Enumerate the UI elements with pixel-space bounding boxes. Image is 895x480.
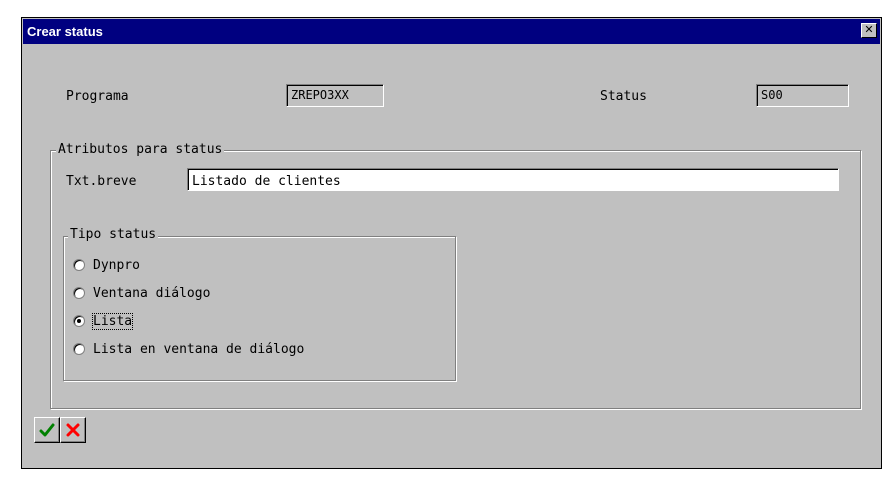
radio-lista-en-ventana-dialogo[interactable]: Lista en ventana de diálogo	[73, 339, 304, 359]
radio-label-ventana-dialogo: Ventana diálogo	[93, 285, 211, 301]
program-label: Programa	[66, 89, 129, 104]
attributes-group-legend: Atributos para status	[56, 142, 225, 157]
radio-lista[interactable]: Lista	[73, 311, 134, 331]
check-icon	[39, 423, 55, 437]
radio-button-lista-en-ventana-dialogo[interactable]	[73, 343, 85, 355]
short-text-label: Txt.breve	[66, 174, 137, 189]
confirm-button[interactable]	[34, 417, 60, 443]
radio-label-lista: Lista	[91, 312, 134, 330]
dialog-titlebar[interactable]: Crear status ✕	[23, 19, 880, 44]
radio-ventana-dialogo[interactable]: Ventana diálogo	[73, 283, 210, 303]
dialog-title: Crear status	[27, 24, 103, 39]
status-field: S00	[756, 84, 849, 107]
radio-button-lista[interactable]	[73, 315, 85, 327]
program-field: ZREPO3XX	[286, 84, 384, 107]
radio-button-dynpro[interactable]	[73, 259, 85, 271]
cancel-button[interactable]	[60, 417, 86, 443]
radio-label-dynpro: Dynpro	[93, 257, 140, 273]
radio-label-lista-en-ventana-dialogo: Lista en ventana de diálogo	[93, 341, 305, 357]
close-icon: ✕	[864, 23, 874, 36]
short-text-input[interactable]	[187, 168, 839, 191]
program-value: ZREPO3XX	[291, 88, 349, 102]
radio-button-ventana-dialogo[interactable]	[73, 287, 85, 299]
status-type-group-legend: Tipo status	[68, 227, 159, 242]
status-value: S00	[761, 88, 783, 102]
close-button[interactable]: ✕	[861, 23, 877, 38]
cancel-x-icon	[66, 423, 80, 437]
status-label: Status	[600, 89, 647, 104]
radio-dynpro[interactable]: Dynpro	[73, 255, 140, 275]
